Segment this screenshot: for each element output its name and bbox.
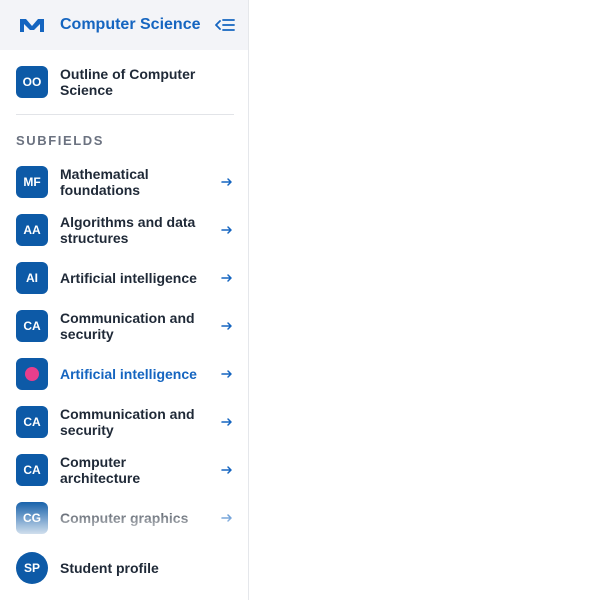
sidebar: Computer Science OO Outline of Computer … bbox=[0, 0, 249, 600]
sidebar-header: Computer Science bbox=[0, 0, 248, 50]
avatar: SP bbox=[16, 552, 48, 584]
subfield-item[interactable]: CA Communication and security bbox=[16, 406, 234, 438]
outline-item[interactable]: OO Outline of Computer Science bbox=[16, 66, 234, 98]
arrow-right-icon bbox=[220, 367, 234, 381]
subfield-item[interactable]: CA Communication and security bbox=[16, 310, 234, 342]
subfield-item[interactable]: AA Algorithms and data structures bbox=[16, 214, 234, 246]
subfield-label: Computer graphics bbox=[60, 510, 189, 526]
student-profile-item[interactable]: SP Student profile bbox=[16, 552, 234, 584]
outline-badge: OO bbox=[16, 66, 48, 98]
subfield-label: Computer architecture bbox=[60, 454, 141, 486]
sidebar-footer: SP Student profile bbox=[0, 536, 248, 600]
outline-label: Outline of Computer Science bbox=[60, 66, 196, 98]
student-profile-label: Student profile bbox=[60, 560, 159, 576]
collapse-sidebar-icon[interactable] bbox=[214, 14, 236, 36]
app-title[interactable]: Computer Science bbox=[60, 16, 214, 34]
subfield-badge: AA bbox=[16, 214, 48, 246]
subfield-badge: AI bbox=[16, 262, 48, 294]
subfield-label: Artificial intelligence bbox=[60, 366, 197, 382]
subfield-badge: MF bbox=[16, 166, 48, 198]
divider bbox=[16, 114, 234, 115]
active-dot-icon bbox=[25, 367, 39, 381]
subfield-badge: CA bbox=[16, 454, 48, 486]
subfield-item[interactable]: MF Mathematical foundations bbox=[16, 166, 234, 198]
subfield-label: Communication and security bbox=[60, 406, 195, 438]
arrow-right-icon bbox=[220, 415, 234, 429]
subfield-label: Artificial intelligence bbox=[60, 270, 197, 286]
subfield-badge: CG bbox=[16, 502, 48, 534]
active-indicator bbox=[16, 358, 48, 390]
section-title: SUBFIELDS bbox=[16, 133, 105, 148]
subfield-label: Mathematical foundations bbox=[60, 166, 149, 198]
arrow-right-icon bbox=[220, 223, 234, 237]
subfield-item[interactable]: AI Artificial intelligence bbox=[16, 262, 234, 294]
arrow-right-icon bbox=[220, 463, 234, 477]
main-content bbox=[249, 0, 600, 600]
arrow-right-icon bbox=[220, 319, 234, 333]
arrow-right-icon bbox=[220, 511, 234, 525]
arrow-right-icon bbox=[220, 175, 234, 189]
subfield-item[interactable]: CA Computer architecture bbox=[16, 454, 234, 486]
subfield-badge: CA bbox=[16, 406, 48, 438]
arrow-right-icon bbox=[220, 271, 234, 285]
subfield-label: Communication and security bbox=[60, 310, 195, 342]
subfield-item-active[interactable]: Artificial intelligence bbox=[16, 358, 234, 390]
subfield-label: Algorithms and data structures bbox=[60, 214, 196, 246]
m-logo-icon[interactable] bbox=[18, 15, 46, 35]
subfield-badge: CA bbox=[16, 310, 48, 342]
subfield-item[interactable]: CG Computer graphics bbox=[16, 502, 234, 534]
